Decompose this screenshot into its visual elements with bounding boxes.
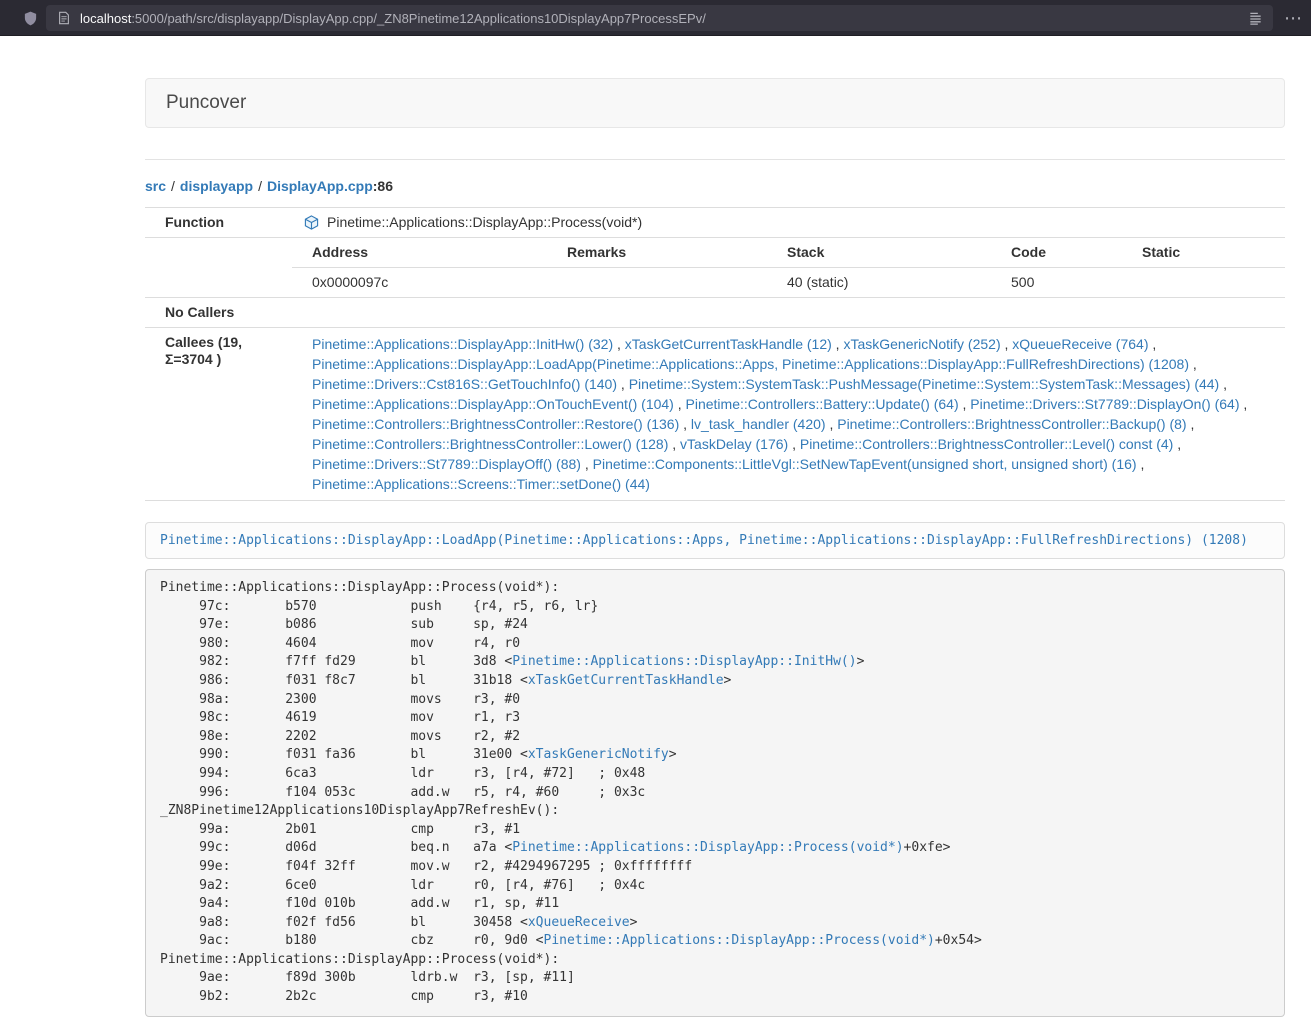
code-symbol-link[interactable]: xQueueReceive — [528, 915, 630, 930]
stats-header-stack: Stack — [779, 238, 1003, 267]
breadcrumb-separator: / — [258, 178, 262, 194]
stats-value-code: 500 — [1003, 268, 1134, 297]
callee-link[interactable]: xQueueReceive (764) — [1012, 336, 1148, 352]
url-path: :5000/path/src/displayapp/DisplayApp.cpp… — [131, 11, 706, 26]
breadcrumb: src / displayapp / DisplayApp.cpp:86 — [145, 178, 1285, 194]
callee-link[interactable]: lv_task_handler (420) — [691, 416, 826, 432]
app-header: Puncover — [145, 78, 1285, 128]
stats-row-label — [145, 238, 292, 297]
callee-link[interactable]: Pinetime::Controllers::BrightnessControl… — [312, 436, 668, 452]
no-callers-cell — [292, 298, 1285, 327]
stats-value-remarks — [559, 268, 779, 297]
breadcrumb-link-displayapp[interactable]: displayapp — [180, 178, 253, 194]
callee-link[interactable]: Pinetime::Controllers::BrightnessControl… — [837, 416, 1186, 432]
stats-value-row: 0x0000097c 40 (static) 500 — [292, 267, 1285, 297]
callee-link[interactable]: Pinetime::Controllers::BrightnessControl… — [800, 436, 1173, 452]
callee-link[interactable]: Pinetime::Applications::DisplayApp::Load… — [312, 356, 1189, 372]
stats-value-stack: 40 (static) — [779, 268, 1003, 297]
callee-link[interactable]: Pinetime::Drivers::St7789::DisplayOn() (… — [970, 396, 1239, 412]
function-type-icon-svg — [304, 215, 319, 230]
browser-menu-icon[interactable]: ⋯ — [1284, 0, 1303, 36]
callee-link[interactable]: Pinetime::Applications::DisplayApp::Init… — [312, 336, 613, 352]
stats-value-static — [1134, 268, 1285, 297]
stats-header-code: Code — [1003, 238, 1134, 267]
address-bar[interactable]: localhost:5000/path/src/displayapp/Displ… — [46, 5, 1273, 31]
function-name: Pinetime::Applications::DisplayApp::Proc… — [327, 214, 642, 231]
breadcrumb-link-file[interactable]: DisplayApp.cpp — [267, 178, 373, 194]
stats-row: Address Remarks Stack Code Static 0x0000… — [145, 238, 1285, 298]
stats-header-row: Address Remarks Stack Code Static — [292, 238, 1285, 267]
callee-link[interactable]: Pinetime::Applications::Screens::Timer::… — [312, 476, 650, 492]
function-label: Function — [145, 208, 292, 237]
callee-link[interactable]: Pinetime::Drivers::Cst816S::GetTouchInfo… — [312, 376, 617, 392]
reader-mode-icon[interactable] — [1247, 10, 1263, 26]
breadcrumb-link-src[interactable]: src — [145, 178, 166, 194]
breadcrumb-separator: / — [171, 178, 175, 194]
function-row: Function Pinetime::Applications::Display… — [145, 208, 1285, 238]
browser-toolbar: localhost:5000/path/src/displayapp/Displ… — [0, 0, 1311, 36]
section-divider — [145, 159, 1285, 160]
app-title[interactable]: Puncover — [146, 92, 266, 114]
callees-label: Callees (19, Σ=3704 ) — [145, 328, 292, 500]
code-symbol-link[interactable]: xTaskGenericNotify — [528, 747, 669, 762]
symbol-panel-link[interactable]: Pinetime::Applications::DisplayApp::Load… — [145, 522, 1285, 559]
stats-value-address: 0x0000097c — [292, 268, 559, 297]
callees-row: Callees (19, Σ=3704 ) Pinetime::Applicat… — [145, 328, 1285, 501]
callees-links: Pinetime::Applications::DisplayApp::Init… — [292, 328, 1285, 500]
shield-icon[interactable] — [21, 9, 39, 27]
stats-header-remarks: Remarks — [559, 238, 779, 267]
no-callers-label: No Callers — [145, 298, 292, 327]
callee-link[interactable]: Pinetime::Applications::DisplayApp::OnTo… — [312, 396, 674, 412]
callee-link[interactable]: Pinetime::Components::LittleVgl::SetNewT… — [593, 456, 1137, 472]
callee-link[interactable]: Pinetime::Controllers::BrightnessControl… — [312, 416, 679, 432]
disassembly-code: Pinetime::Applications::DisplayApp::Proc… — [145, 569, 1285, 1017]
stats-header-address: Address — [292, 238, 559, 267]
no-callers-row: No Callers — [145, 298, 1285, 328]
code-symbol-link[interactable]: xTaskGetCurrentTaskHandle — [528, 673, 724, 688]
callee-link[interactable]: Pinetime::Drivers::St7789::DisplayOff() … — [312, 456, 581, 472]
callee-link[interactable]: vTaskDelay (176) — [680, 436, 788, 452]
code-symbol-link[interactable]: Pinetime::Applications::DisplayApp::Init… — [512, 654, 856, 669]
callee-link[interactable]: Pinetime::Controllers::Battery::Update()… — [686, 396, 959, 412]
page-icon[interactable] — [56, 10, 72, 26]
symbol-info-table: Function Pinetime::Applications::Display… — [145, 207, 1285, 501]
main-content: Puncover src / displayapp / DisplayApp.cpp:8… — [145, 78, 1285, 1017]
code-symbol-link[interactable]: Pinetime::Applications::DisplayApp::Proc… — [544, 933, 935, 948]
function-cell: Pinetime::Applications::DisplayApp::Proc… — [292, 208, 1285, 237]
url-text: localhost:5000/path/src/displayapp/Displ… — [80, 11, 706, 26]
shield-icon-svg — [23, 10, 38, 27]
callee-link[interactable]: xTaskGetCurrentTaskHandle (12) — [625, 336, 832, 352]
breadcrumb-line-number: :86 — [373, 178, 393, 194]
callee-link[interactable]: Pinetime::System::SystemTask::PushMessag… — [629, 376, 1220, 392]
stats-header-static: Static — [1134, 238, 1285, 267]
function-type-icon — [304, 215, 319, 230]
code-symbol-link[interactable]: Pinetime::Applications::DisplayApp::Proc… — [512, 840, 903, 855]
page-icon-svg — [57, 11, 71, 25]
stats-table: Address Remarks Stack Code Static 0x0000… — [292, 238, 1285, 297]
reader-mode-icon-svg — [1248, 11, 1263, 26]
callee-link[interactable]: xTaskGenericNotify (252) — [843, 336, 1000, 352]
url-host: localhost — [80, 11, 131, 26]
